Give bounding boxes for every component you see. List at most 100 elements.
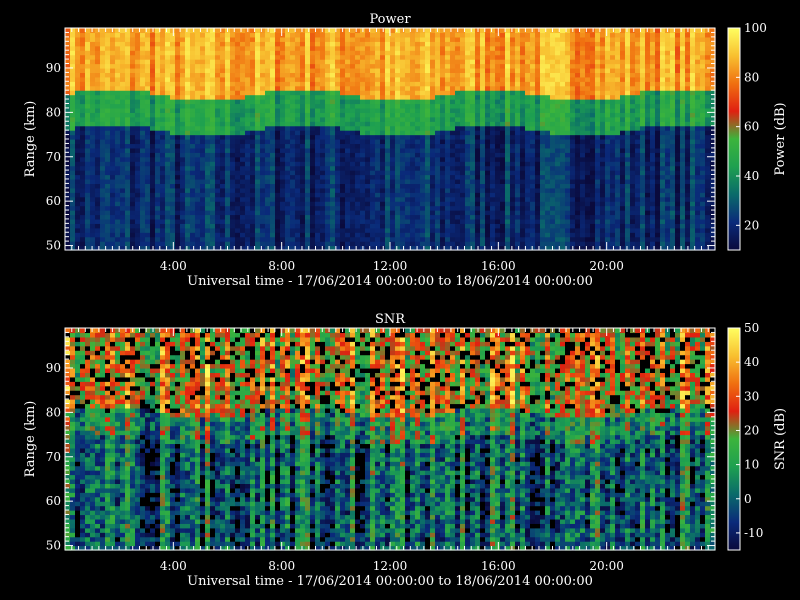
heatmap-cell bbox=[380, 121, 386, 127]
heatmap-cell bbox=[390, 45, 396, 51]
heatmap-cell bbox=[345, 85, 351, 91]
heatmap-cell bbox=[475, 116, 481, 122]
heatmap-cell bbox=[510, 187, 516, 193]
heatmap-cell bbox=[115, 205, 121, 211]
heatmap-cell bbox=[270, 94, 276, 100]
heatmap-cell bbox=[180, 59, 186, 65]
heatmap-cell bbox=[490, 28, 496, 34]
heatmap-cell bbox=[335, 161, 341, 167]
heatmap-cell bbox=[480, 218, 486, 224]
heatmap-cell bbox=[490, 125, 496, 131]
heatmap-cell bbox=[160, 139, 166, 145]
heatmap-cell bbox=[330, 178, 336, 184]
heatmap-cell bbox=[280, 28, 286, 34]
heatmap-cell bbox=[525, 178, 531, 184]
heatmap-cell bbox=[195, 143, 201, 149]
heatmap-cell bbox=[350, 72, 356, 78]
heatmap-cell bbox=[90, 45, 96, 51]
heatmap-cell bbox=[515, 227, 521, 233]
heatmap-cell bbox=[280, 210, 286, 216]
heatmap-cell bbox=[75, 170, 81, 176]
heatmap-cell bbox=[445, 130, 451, 136]
heatmap-cell bbox=[460, 134, 466, 140]
heatmap-cell bbox=[335, 32, 341, 38]
heatmap-cell bbox=[325, 236, 331, 242]
heatmap-cell bbox=[160, 99, 166, 105]
heatmap-cell bbox=[200, 236, 206, 242]
heatmap-cell bbox=[95, 76, 101, 82]
heatmap-cell bbox=[175, 241, 181, 247]
heatmap-cell bbox=[260, 218, 266, 224]
heatmap-cell bbox=[210, 161, 216, 167]
heatmap-cell bbox=[245, 241, 251, 247]
heatmap-cell bbox=[265, 99, 271, 105]
heatmap-cell bbox=[505, 103, 511, 109]
heatmap-cell bbox=[110, 134, 116, 140]
heatmap-cell bbox=[535, 54, 541, 60]
heatmap-cell bbox=[500, 121, 506, 127]
heatmap-cell bbox=[155, 170, 161, 176]
heatmap-cell bbox=[210, 210, 216, 216]
heatmap-cell bbox=[320, 232, 326, 238]
heatmap-cell bbox=[480, 90, 486, 96]
heatmap-cell bbox=[300, 125, 306, 131]
heatmap-cell bbox=[495, 103, 501, 109]
heatmap-cell bbox=[375, 112, 381, 118]
heatmap-cell bbox=[555, 214, 561, 220]
heatmap-cell bbox=[255, 232, 261, 238]
heatmap-cell bbox=[120, 36, 126, 42]
heatmap-cell bbox=[165, 170, 171, 176]
heatmap-cell bbox=[125, 187, 131, 193]
heatmap-cell bbox=[470, 165, 476, 171]
heatmap-cell bbox=[340, 161, 346, 167]
heatmap-cell bbox=[435, 121, 441, 127]
heatmap-cell bbox=[285, 236, 291, 242]
heatmap-cell bbox=[130, 85, 136, 91]
heatmap-cell bbox=[405, 99, 411, 105]
heatmap-cell bbox=[200, 165, 206, 171]
heatmap-cell bbox=[135, 174, 141, 180]
heatmap-cell bbox=[145, 196, 151, 202]
heatmap-cell bbox=[530, 59, 536, 65]
heatmap-cell bbox=[535, 41, 541, 47]
heatmap-cell bbox=[480, 81, 486, 87]
heatmap-cell bbox=[350, 121, 356, 127]
heatmap-cell bbox=[160, 121, 166, 127]
heatmap-cell bbox=[455, 139, 461, 145]
heatmap-cell bbox=[330, 45, 336, 51]
heatmap-cell bbox=[425, 121, 431, 127]
heatmap-cell bbox=[450, 241, 456, 247]
heatmap-cell bbox=[245, 50, 251, 56]
heatmap-cell bbox=[445, 125, 451, 131]
heatmap-cell bbox=[200, 174, 206, 180]
heatmap-cell bbox=[290, 121, 296, 127]
heatmap-cell bbox=[275, 165, 281, 171]
heatmap-cell bbox=[240, 59, 246, 65]
heatmap-cell bbox=[410, 147, 416, 153]
heatmap-cell bbox=[430, 205, 436, 211]
heatmap-cell bbox=[330, 72, 336, 78]
heatmap-cell bbox=[475, 187, 481, 193]
heatmap-cell bbox=[205, 156, 211, 162]
heatmap-cell bbox=[260, 236, 266, 242]
heatmap-cell bbox=[550, 134, 556, 140]
heatmap-cell bbox=[425, 156, 431, 162]
heatmap-cell bbox=[540, 103, 546, 109]
heatmap-cell bbox=[105, 156, 111, 162]
heatmap-cell bbox=[135, 134, 141, 140]
heatmap-cell bbox=[535, 183, 541, 189]
heatmap-cell bbox=[395, 156, 401, 162]
heatmap-cell bbox=[495, 178, 501, 184]
heatmap-cell bbox=[235, 165, 241, 171]
heatmap-cell bbox=[175, 161, 181, 167]
heatmap-cell bbox=[120, 232, 126, 238]
heatmap-cell bbox=[330, 28, 336, 34]
heatmap-cell bbox=[160, 130, 166, 136]
heatmap-cell bbox=[475, 205, 481, 211]
heatmap-cell bbox=[560, 174, 566, 180]
heatmap-cell bbox=[515, 112, 521, 118]
heatmap-cell bbox=[515, 187, 521, 193]
heatmap-cell bbox=[385, 130, 391, 136]
heatmap-cell bbox=[545, 36, 551, 42]
heatmap-cell bbox=[495, 170, 501, 176]
